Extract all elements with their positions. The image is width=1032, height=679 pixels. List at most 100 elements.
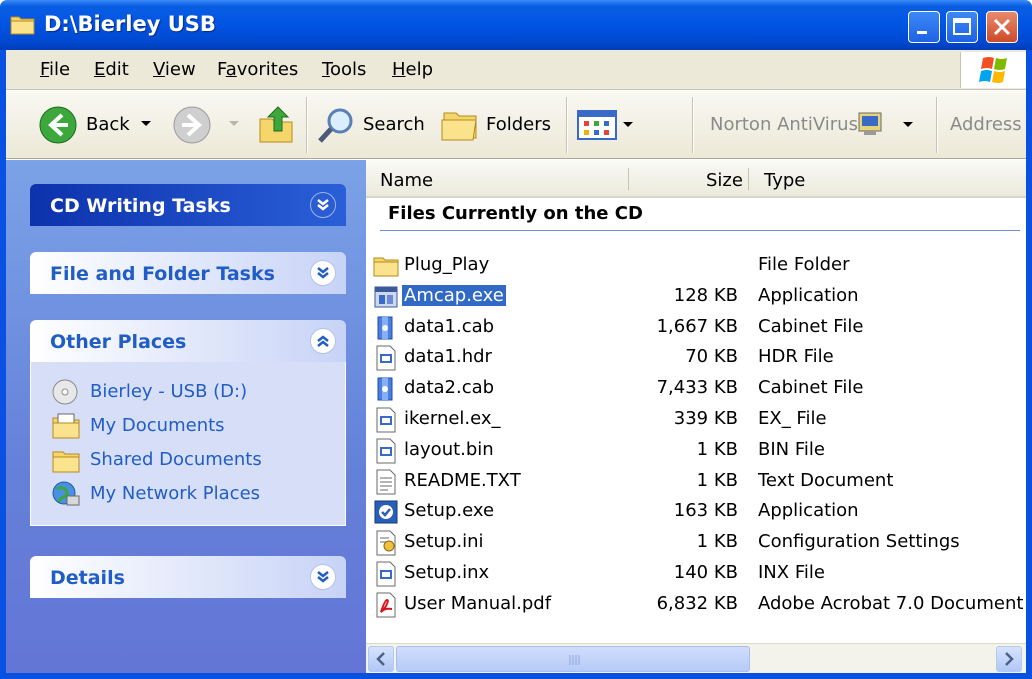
menu-edit[interactable]: Edit [94,59,129,80]
file-name[interactable]: Setup.inx [402,562,491,583]
file-type: Application [758,284,859,306]
menu-tools[interactable]: Tools [322,59,366,80]
file-size: 1 KB [696,469,738,491]
close-button[interactable] [986,11,1018,43]
address-label[interactable]: Address [950,114,1022,135]
chevron-left-icon [376,652,385,666]
expand-chevron-icon[interactable] [310,260,336,286]
other-places-body: Bierley - USB (D:) My Documents Shared D… [30,362,346,526]
maximize-button[interactable] [946,11,978,43]
menu-file[interactable]: File [40,59,70,80]
menu-label: dit [105,59,129,80]
file-row[interactable]: ikernel.ex_ 339 KB EX_ File [366,404,1026,435]
cd-writing-tasks-header[interactable]: CD Writing Tasks [30,184,346,226]
title-bar[interactable]: D:\Bierley USB [0,0,1032,50]
forward-dropdown-icon[interactable] [228,120,240,128]
file-row[interactable]: README.TXT 1 KB Text Document [366,466,1026,497]
file-name[interactable]: layout.bin [402,439,496,460]
file-row[interactable]: Amcap.exe 128 KB Application [366,281,1026,312]
file-name[interactable]: README.TXT [402,470,523,491]
windows-logo [960,52,1026,88]
file-row[interactable]: layout.bin 1 KB BIN File [366,435,1026,466]
file-name[interactable]: Setup.exe [402,500,496,521]
up-folder-icon[interactable] [256,103,296,145]
file-row[interactable]: Setup.exe 163 KB Application [366,496,1026,527]
file-row[interactable]: Setup.inx 140 KB INX File [366,558,1026,589]
file-size: 1 KB [696,438,738,460]
file-type: Adobe Acrobat 7.0 Document [758,592,1024,614]
scroll-thumb[interactable] [396,646,750,672]
file-row[interactable]: data2.cab 7,433 KB Cabinet File [366,373,1026,404]
scroll-right-button[interactable] [996,646,1022,672]
setup-icon [374,500,398,524]
other-places-header[interactable]: Other Places [30,320,346,362]
window-frame-right [1026,50,1032,679]
scroll-left-button[interactable] [368,646,394,672]
pdf-icon [376,592,396,618]
folders-label: Folders [486,114,552,135]
file-type: Configuration Settings [758,531,960,553]
file-type: INX File [758,562,825,583]
menu-accel: H [392,59,406,80]
toolbar: Back Search Folders Norton AntiVirus Add… [6,91,1026,159]
file-size: 128 KB [673,284,738,306]
back-button[interactable]: Back [36,103,186,147]
drive-icon [52,379,78,405]
file-name[interactable]: ikernel.ex_ [402,408,503,429]
file-row[interactable]: data1.cab 1,667 KB Cabinet File [366,312,1026,343]
menu-help[interactable]: Help [392,59,433,80]
norton-dropdown-icon [903,122,913,127]
menu-label: vorites [236,59,299,80]
file-name[interactable]: Setup.ini [402,531,486,552]
file-row[interactable]: Plug_Play File Folder [366,250,1026,281]
file-name[interactable]: User Manual.pdf [402,593,553,614]
file-list[interactable]: Name Size Type Files Currently on the CD… [366,160,1026,643]
toolbar-separator [566,97,568,153]
file-size: 6,832 KB [656,592,738,614]
minimize-button[interactable] [908,11,940,43]
folders-button[interactable]: Folders [440,103,560,147]
file-name[interactable]: data2.cab [402,377,496,398]
menu-favorites[interactable]: Favorites [217,59,298,80]
cabinet-icon [377,377,393,401]
file-name[interactable]: data1.cab [402,316,496,337]
search-button[interactable]: Search [316,103,428,147]
menu-label: iew [164,59,196,80]
expand-chevron-icon[interactable] [310,564,336,590]
column-header-size[interactable]: Size [706,170,743,191]
menu-label: ools [329,59,367,80]
chevron-down-icon [317,267,329,279]
file-row[interactable]: User Manual.pdf 6,832 KB Adobe Acrobat 7.0… [366,589,1026,620]
views-dropdown-icon [623,122,633,127]
task-pane: CD Writing Tasks File and Folder Tasks O… [6,160,366,679]
menu-view[interactable]: View [153,59,196,80]
column-header-name[interactable]: Name [380,170,433,191]
column-separator[interactable] [748,168,749,190]
horizontal-scrollbar[interactable] [366,643,1026,673]
file-row[interactable]: Setup.ini 1 KB Configuration Settings [366,527,1026,558]
norton-antivirus-button[interactable]: Norton AntiVirus [706,105,916,145]
column-separator[interactable] [628,168,629,190]
file-folder-tasks-header[interactable]: File and Folder Tasks [30,252,346,294]
column-header-type[interactable]: Type [764,170,805,191]
back-dropdown-icon[interactable] [140,120,152,128]
file-size: 1 KB [696,531,738,553]
file-name[interactable]: Amcap.exe [402,284,506,306]
file-type: Cabinet File [758,315,864,337]
file-name[interactable]: Plug_Play [402,254,491,275]
expand-chevron-icon[interactable] [310,192,336,218]
views-button[interactable] [576,105,636,145]
file-name[interactable]: data1.hdr [402,346,494,367]
norton-icon [858,112,882,135]
details-header[interactable]: Details [30,556,346,598]
place-label: My Network Places [90,483,261,504]
file-type: Cabinet File [758,377,864,399]
file-row[interactable]: data1.hdr 70 KB HDR File [366,342,1026,373]
collapse-chevron-icon[interactable] [310,328,336,354]
toolbar-separator [692,97,694,153]
forward-arrow-icon[interactable] [172,105,212,145]
file-type: Text Document [758,469,894,491]
views-icon [577,110,617,140]
menu-label: ile [49,59,71,80]
application-icon [374,286,398,308]
